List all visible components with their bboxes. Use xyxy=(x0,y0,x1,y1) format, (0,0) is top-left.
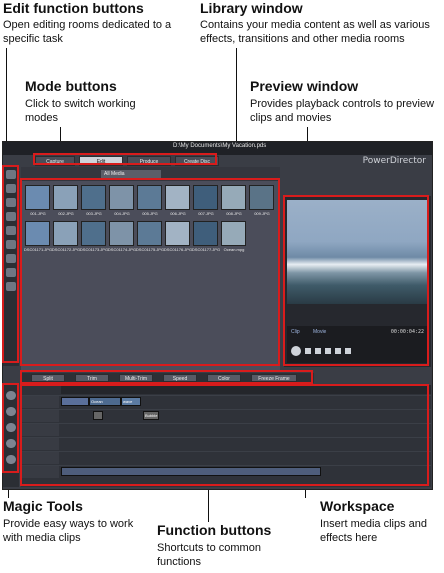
highlight-workspace xyxy=(20,384,429,486)
callout-workspace-desc: Insert media clips and effects here xyxy=(320,518,427,544)
callout-mode-buttons-title: Mode buttons xyxy=(25,78,117,94)
callout-library-title: Library window xyxy=(200,0,303,16)
callout-preview-title: Preview window xyxy=(250,78,359,94)
brand-logo: PowerDirector xyxy=(362,156,426,166)
highlight-mode-buttons xyxy=(33,153,217,165)
leader-line xyxy=(6,48,7,143)
library-filter-select[interactable]: All Media xyxy=(101,170,161,178)
highlight-magic-tools xyxy=(2,383,19,473)
callout-preview-desc: Provides playback controls to preview cl… xyxy=(250,98,435,124)
callout-edit-function-title: Edit function buttons xyxy=(3,0,144,16)
callout-magic-tools-title: Magic Tools xyxy=(3,498,83,514)
highlight-preview xyxy=(283,195,429,366)
callout-function-buttons-title: Function buttons xyxy=(157,522,272,538)
callout-library-desc: Contains your media content as well as v… xyxy=(200,19,430,45)
highlight-function-buttons xyxy=(20,370,313,384)
callout-edit-function-desc: Open editing rooms dedicated to a specif… xyxy=(3,19,172,45)
window-title: D:\My Documents\My Vacation.pds xyxy=(173,143,267,149)
callout-function-buttons-desc: Shortcuts to common functions xyxy=(157,542,261,568)
callout-workspace-title: Workspace xyxy=(320,498,395,514)
callout-magic-tools-desc: Provide easy ways to work with media cli… xyxy=(3,518,134,544)
highlight-edit-functions xyxy=(2,165,19,363)
callout-mode-buttons-desc: Click to switch working modes xyxy=(25,98,136,124)
highlight-library xyxy=(20,178,280,366)
